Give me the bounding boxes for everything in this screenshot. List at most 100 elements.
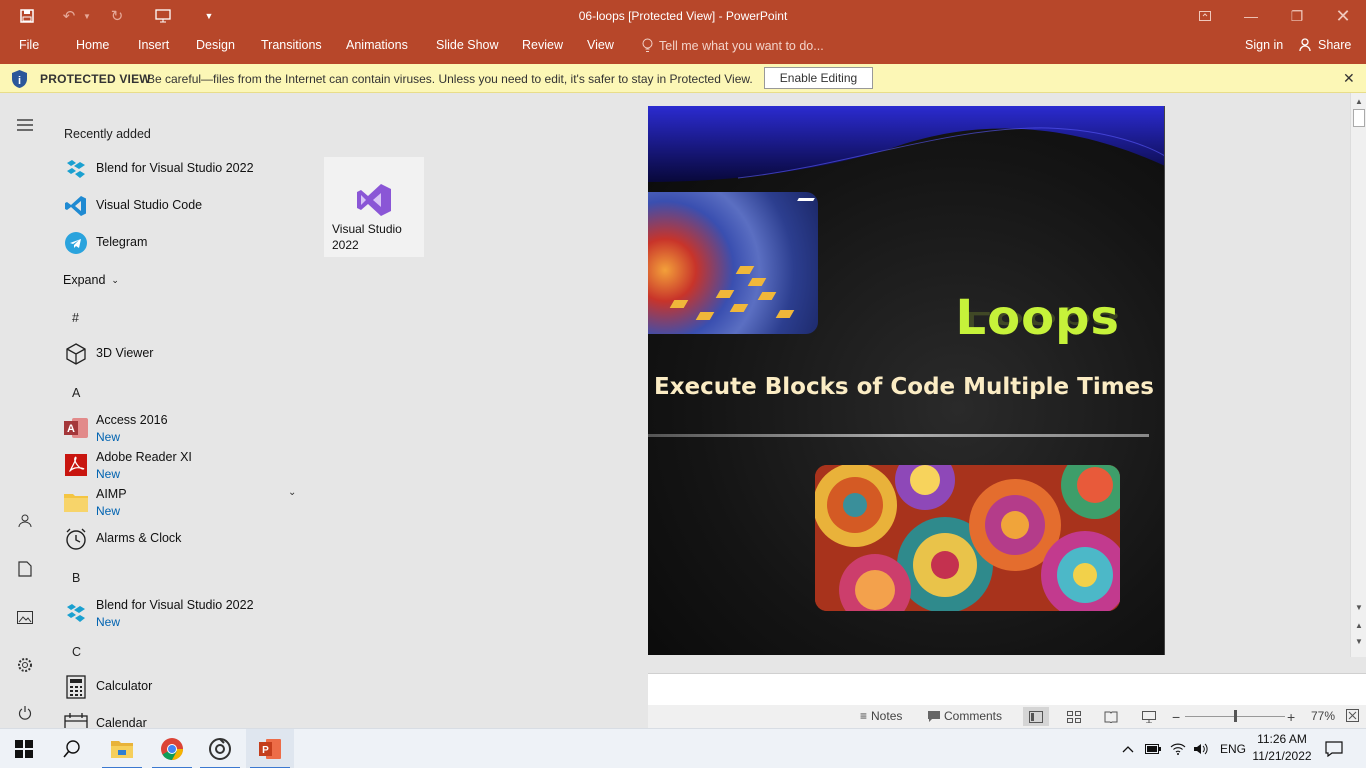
list-item[interactable]: Alarms & Clock (60, 522, 310, 556)
tab-design[interactable]: Design (194, 38, 237, 52)
hamburger-menu-icon[interactable] (13, 113, 37, 137)
ribbon-display-icon[interactable] (1182, 0, 1228, 32)
expand-button[interactable]: Expand ⌄ (63, 273, 119, 287)
expand-folder-chevron-icon[interactable]: ⌄ (288, 487, 296, 498)
pictures-icon[interactable] (13, 605, 37, 629)
tell-me-search[interactable]: Tell me what you want to do... (642, 38, 824, 53)
list-item[interactable]: Blend for Visual Studio 2022 New (60, 596, 310, 630)
visual-studio-icon (357, 184, 391, 216)
person-icon (1299, 38, 1311, 52)
list-item[interactable]: Telegram (60, 226, 310, 260)
list-item[interactable]: AIMP New (60, 485, 310, 519)
group-header-hash[interactable]: # (72, 311, 79, 325)
notes-pane[interactable] (648, 673, 1366, 705)
ribbon-tabs: File Home Insert Design Transitions Anim… (0, 32, 1366, 64)
notes-button[interactable]: ≡ Notes (860, 709, 902, 723)
lightbulb-icon (642, 38, 653, 52)
fit-to-window-icon[interactable] (1346, 709, 1359, 722)
restore-button[interactable]: ❐ (1274, 0, 1320, 32)
share-label: Share (1318, 38, 1352, 52)
recently-added-heading: Recently added (64, 127, 151, 141)
status-bar: ≡ Notes Comments − + 77% (648, 705, 1366, 728)
zoom-slider-thumb[interactable] (1234, 710, 1237, 722)
documents-icon[interactable] (13, 557, 37, 581)
clock-date: 11/21/2022 (1252, 749, 1312, 763)
group-header-a[interactable]: A (72, 386, 80, 400)
tab-slide-show[interactable]: Slide Show (434, 38, 501, 52)
powerpoint-icon[interactable]: P (246, 729, 294, 768)
minimize-button[interactable]: — (1228, 0, 1274, 32)
comments-button[interactable]: Comments (928, 709, 1002, 723)
scroll-thumb[interactable] (1353, 109, 1365, 127)
close-button[interactable]: ✕ (1320, 0, 1366, 32)
protected-view-message: Be careful—files from the Internet can c… (147, 72, 753, 86)
wifi-icon[interactable] (1170, 729, 1186, 768)
previous-slide-icon[interactable]: ▲ (1351, 619, 1366, 633)
zoom-in-button[interactable]: + (1287, 709, 1295, 725)
slide-subtitle[interactable]: Execute Blocks of Code Multiple Times (654, 374, 1154, 400)
language-indicator[interactable]: ENG (1220, 729, 1246, 768)
vertical-scrollbar[interactable]: ▲ ▼ ▲ ▼ (1350, 93, 1366, 657)
new-badge: New (96, 467, 121, 481)
user-account-icon[interactable] (13, 509, 37, 533)
share-button[interactable]: Share (1299, 38, 1351, 52)
window-title: 06-loops [Protected View] - PowerPoint (578, 9, 788, 23)
media-player-icon[interactable] (196, 729, 244, 768)
tab-file[interactable]: File (17, 38, 41, 52)
tab-home[interactable]: Home (74, 38, 111, 52)
expand-label: Expand (63, 273, 106, 287)
search-icon[interactable] (48, 729, 96, 768)
chrome-icon[interactable] (148, 729, 196, 768)
power-icon[interactable] (13, 701, 37, 725)
scroll-down-icon[interactable]: ▼ (1351, 601, 1366, 615)
list-item-label: Visual Studio Code (96, 198, 203, 212)
windows-start-icon[interactable] (0, 729, 48, 768)
svg-text:A: A (67, 423, 75, 435)
battery-icon[interactable] (1145, 729, 1161, 768)
tab-animations[interactable]: Animations (344, 38, 410, 52)
protected-view-bar: i PROTECTED VIEW Be careful—files from t… (0, 64, 1366, 93)
svg-text:i: i (18, 75, 21, 87)
clock[interactable]: 11:26 AM 11/21/2022 (1246, 731, 1318, 765)
tab-review[interactable]: Review (520, 38, 565, 52)
list-item[interactable]: Calculator (60, 670, 310, 704)
close-banner-icon[interactable]: ✕ (1343, 70, 1355, 87)
list-item[interactable]: Blend for Visual Studio 2022 (60, 152, 310, 186)
tab-view[interactable]: View (585, 38, 616, 52)
next-slide-icon[interactable]: ▼ (1351, 635, 1366, 649)
list-item-label: AIMP (96, 487, 127, 501)
file-explorer-icon[interactable] (98, 729, 146, 768)
slide-canvas[interactable]: Loops Loops Execute Blocks of Code Multi… (648, 93, 1366, 705)
scroll-up-icon[interactable]: ▲ (1351, 95, 1366, 109)
slide-show-view-icon[interactable] (1136, 707, 1162, 726)
list-item[interactable]: Visual Studio Code (60, 189, 310, 223)
start-menu: Recently added Blend for Visual Studio 2… (0, 93, 648, 728)
folder-icon (63, 489, 89, 515)
tell-me-label: Tell me what you want to do... (659, 38, 824, 53)
list-item[interactable]: Calendar (60, 707, 310, 728)
tile-label: Visual Studio 2022 (332, 222, 402, 252)
enable-editing-button[interactable]: Enable Editing (764, 67, 873, 89)
slide-sorter-icon[interactable] (1061, 707, 1087, 726)
tab-transitions[interactable]: Transitions (259, 38, 324, 52)
list-item[interactable]: A Access 2016 New (60, 411, 310, 445)
zoom-out-button[interactable]: − (1172, 709, 1180, 725)
normal-view-icon[interactable] (1023, 707, 1049, 726)
tab-insert[interactable]: Insert (136, 38, 171, 52)
group-header-c[interactable]: C (72, 645, 81, 659)
zoom-level[interactable]: 77% (1311, 709, 1335, 723)
sign-in-link[interactable]: Sign in (1245, 38, 1283, 52)
list-item-label: Calculator (96, 679, 153, 693)
new-badge: New (96, 504, 121, 518)
visual-studio-tile[interactable]: Visual Studio 2022 (324, 157, 424, 257)
list-item[interactable]: Adobe Reader XI New (60, 448, 310, 482)
group-header-b[interactable]: B (72, 571, 80, 585)
list-item[interactable]: 3D Viewer (60, 337, 310, 371)
slide[interactable]: Loops Loops Execute Blocks of Code Multi… (648, 106, 1165, 655)
notification-icon[interactable] (1325, 729, 1343, 768)
settings-gear-icon[interactable] (13, 653, 37, 677)
reading-view-icon[interactable] (1098, 707, 1124, 726)
show-hidden-icons-chevron-icon[interactable] (1122, 729, 1134, 768)
volume-icon[interactable] (1193, 729, 1209, 768)
clock-time: 11:26 AM (1257, 732, 1307, 746)
